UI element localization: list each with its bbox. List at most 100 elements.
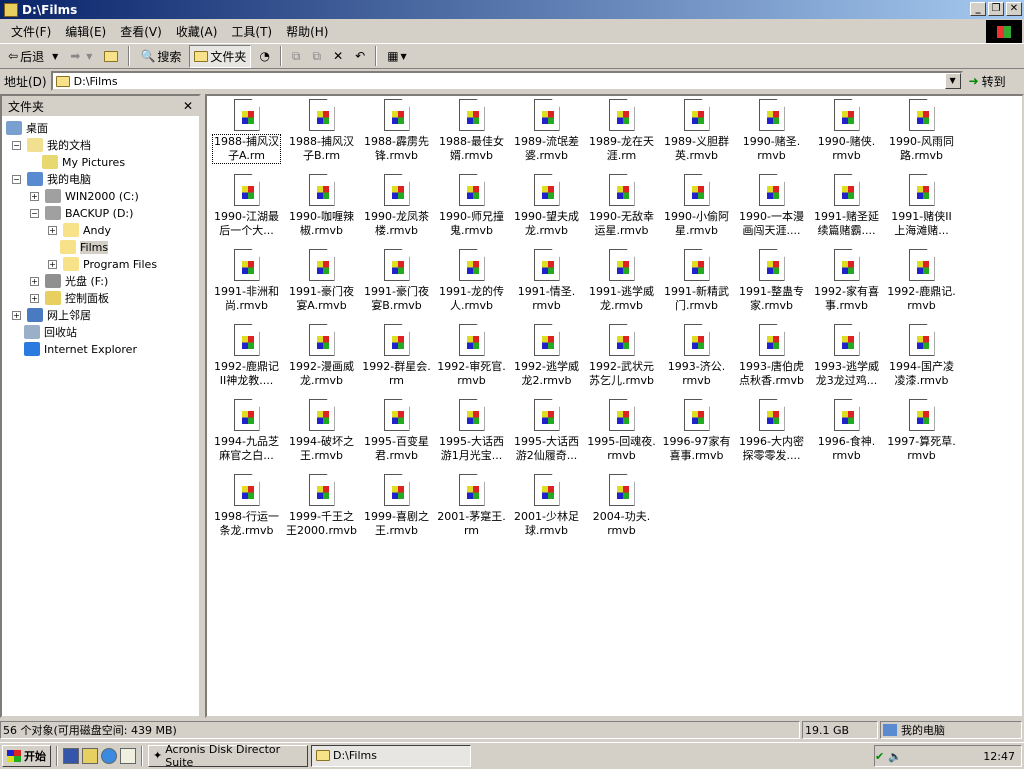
copy-to-button[interactable]: ⧉ — [309, 47, 326, 66]
up-folder-button[interactable] — [100, 49, 122, 64]
file-item[interactable]: 1999-千王之 王2000.rmvb — [284, 472, 359, 547]
menu-help[interactable]: 帮助(H) — [279, 23, 335, 40]
undo-button[interactable]: ↶ — [351, 47, 369, 65]
file-item[interactable]: 1988-捕风汉 子A.rm — [209, 97, 284, 172]
file-item[interactable]: 1991-非洲和 尚.rmvb — [209, 247, 284, 322]
file-item[interactable]: 1990-龙凤茶 楼.rmvb — [359, 172, 434, 247]
file-item[interactable]: 1992-逃学威 龙2.rmvb — [509, 322, 584, 397]
tree-item[interactable]: + 控制面板 — [30, 290, 109, 306]
delete-button[interactable]: ✕ — [329, 47, 347, 65]
file-item[interactable]: 2004-功夫. rmvb — [584, 472, 659, 547]
file-item[interactable]: 1991-情圣. rmvb — [509, 247, 584, 322]
expand-icon[interactable]: + — [48, 225, 57, 235]
tree-item[interactable]: 回收站 — [24, 324, 77, 340]
file-item[interactable]: 1993-济公. rmvb — [659, 322, 734, 397]
file-item[interactable]: 1995-大话西 游2仙履奇... — [509, 397, 584, 472]
file-item[interactable]: 2001-少林足 球.rmvb — [509, 472, 584, 547]
word-icon[interactable] — [63, 747, 79, 764]
history-button[interactable]: ◔ — [255, 47, 273, 65]
file-item[interactable]: 1990-赌圣. rmvb — [734, 97, 809, 172]
close-pane-icon[interactable]: ✕ — [183, 99, 193, 113]
file-item[interactable]: 1990-一本漫 画闯天涯.... — [734, 172, 809, 247]
explorer-quicklaunch-icon[interactable] — [82, 747, 98, 764]
file-item[interactable]: 1990-师兄撞 鬼.rmvb — [434, 172, 509, 247]
tree-item[interactable]: + 网上邻居 — [12, 307, 91, 323]
file-item[interactable]: 1994-国产凌 凌漆.rmvb — [884, 322, 959, 397]
expand-icon[interactable]: + — [30, 191, 39, 201]
file-item[interactable]: 1992-鹿鼎记 II神龙教.... — [209, 322, 284, 397]
file-item[interactable]: 1989-流氓差 婆.rmvb — [509, 97, 584, 172]
file-item[interactable]: 1991-赌圣延 续篇赌霸.... — [809, 172, 884, 247]
tree-item[interactable]: Internet Explorer — [24, 341, 137, 357]
tree-item[interactable]: + WIN2000 (C:) — [30, 188, 139, 204]
close-button[interactable]: ✕ — [1006, 2, 1022, 16]
file-item[interactable]: 1988-捕风汉 子B.rm — [284, 97, 359, 172]
tree-item[interactable]: 桌面 — [6, 120, 48, 136]
expand-icon[interactable]: + — [12, 310, 21, 320]
tray-volume-icon[interactable]: 🔈 — [888, 750, 902, 763]
task-acronis[interactable]: ✦ Acronis Disk Director Suite — [148, 743, 308, 769]
menu-view[interactable]: 查看(V) — [113, 23, 169, 40]
search-button[interactable]: 🔍 搜索 — [136, 46, 185, 67]
address-input[interactable]: D:\Films ▼ — [50, 71, 963, 91]
tree-item[interactable]: − BACKUP (D:) — [30, 205, 133, 221]
task-films[interactable]: D:\Films — [311, 744, 471, 767]
go-button[interactable]: ➜ 转到 — [969, 73, 1006, 90]
file-item[interactable]: 1993-唐伯虎 点秋香.rmvb — [734, 322, 809, 397]
file-item[interactable]: 1990-江湖最 后一个大... — [209, 172, 284, 247]
file-item[interactable]: 1991-整蛊专 家.rmvb — [734, 247, 809, 322]
expand-icon[interactable]: + — [30, 293, 39, 303]
file-item[interactable]: 1995-回魂夜. rmvb — [584, 397, 659, 472]
file-item[interactable]: 1996-97家有 喜事.rmvb — [659, 397, 734, 472]
file-item[interactable]: 2001-茅寔王. rm — [434, 472, 509, 547]
file-item[interactable]: 1990-赌侠. rmvb — [809, 97, 884, 172]
file-item[interactable]: 1993-逃学威 龙3龙过鸡... — [809, 322, 884, 397]
file-item[interactable]: 1991-新精武 门.rmvb — [659, 247, 734, 322]
tree-item[interactable]: − 我的文档 — [12, 137, 91, 153]
file-item[interactable]: 1996-大内密 探零零发.... — [734, 397, 809, 472]
dropdown-icon[interactable]: ▼ — [52, 52, 58, 61]
address-dropdown-icon[interactable]: ▼ — [944, 73, 961, 89]
file-item[interactable]: 1994-九品芝 麻官之白... — [209, 397, 284, 472]
collapse-icon[interactable]: − — [12, 140, 21, 150]
collapse-icon[interactable]: − — [30, 208, 39, 218]
file-item[interactable]: 1994-破坏之 王.rmvb — [284, 397, 359, 472]
expand-icon[interactable]: + — [30, 276, 39, 286]
file-item[interactable]: 1991-龙的传 人.rmvb — [434, 247, 509, 322]
file-item[interactable]: 1991-豪门夜 宴B.rmvb — [359, 247, 434, 322]
menu-file[interactable]: 文件(F) — [4, 23, 58, 40]
file-item[interactable]: 1990-小偷阿 星.rmvb — [659, 172, 734, 247]
tree-item[interactable]: − 我的电脑 — [12, 171, 91, 187]
file-item[interactable]: 1990-无敌幸 运星.rmvb — [584, 172, 659, 247]
file-item[interactable]: 1988-霹雳先 锋.rmvb — [359, 97, 434, 172]
file-item[interactable]: 1991-豪门夜 宴A.rmvb — [284, 247, 359, 322]
show-desktop-icon[interactable] — [120, 747, 136, 764]
file-item[interactable]: 1992-武状元 苏乞儿.rmvb — [584, 322, 659, 397]
file-item[interactable]: 1992-鹿鼎记. rmvb — [884, 247, 959, 322]
tree-item[interactable]: + Andy — [48, 222, 111, 238]
file-item[interactable]: 1991-赌侠II 上海滩赌... — [884, 172, 959, 247]
file-item[interactable]: 1990-咖喱辣 椒.rmvb — [284, 172, 359, 247]
ie-quicklaunch-icon[interactable] — [101, 747, 117, 764]
forward-button[interactable]: ➡ ▼ — [66, 47, 96, 65]
restore-button[interactable]: ❐ — [988, 2, 1004, 16]
start-button[interactable]: 开始 — [2, 744, 51, 767]
file-item[interactable]: 1990-风雨同 路.rmvb — [884, 97, 959, 172]
menu-favorites[interactable]: 收藏(A) — [169, 23, 225, 40]
menu-tools[interactable]: 工具(T) — [224, 23, 279, 40]
file-item[interactable]: 1997-算死草. rmvb — [884, 397, 959, 472]
file-item[interactable]: 1992-群星会. rm — [359, 322, 434, 397]
file-item[interactable]: 1999-喜剧之 王.rmvb — [359, 472, 434, 547]
file-item[interactable]: 1989-龙在天 涯.rm — [584, 97, 659, 172]
file-item[interactable]: 1992-审死官. rmvb — [434, 322, 509, 397]
collapse-icon[interactable]: − — [12, 174, 21, 184]
file-item[interactable]: 1995-百变星 君.rmvb — [359, 397, 434, 472]
file-item[interactable]: 1989-义胆群 英.rmvb — [659, 97, 734, 172]
tree-item[interactable]: + Program Files — [48, 256, 157, 272]
move-to-button[interactable]: ⧉ — [288, 47, 305, 66]
expand-icon[interactable]: + — [48, 259, 57, 269]
file-item[interactable]: 1990-望夫成 龙.rmvb — [509, 172, 584, 247]
file-item[interactable]: 1995-大话西 游1月光宝... — [434, 397, 509, 472]
file-item[interactable]: 1998-行运一 条龙.rmvb — [209, 472, 284, 547]
file-item[interactable]: 1996-食神. rmvb — [809, 397, 884, 472]
